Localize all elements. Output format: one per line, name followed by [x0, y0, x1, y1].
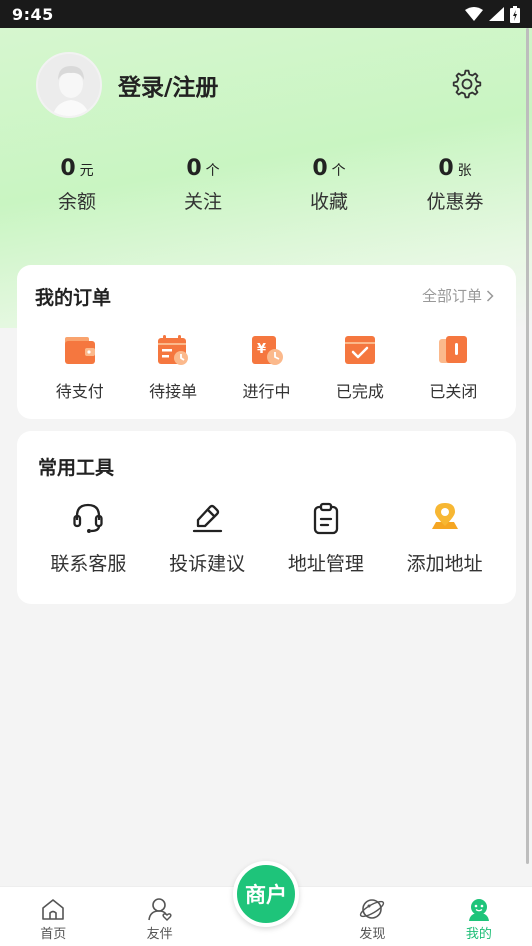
signal-icon: [489, 7, 504, 21]
tool-feedback[interactable]: 投诉建议: [148, 501, 267, 576]
stat-unit: 个: [205, 163, 220, 179]
home-icon: [42, 899, 65, 920]
order-status-label: 已关闭: [429, 382, 478, 401]
stat-unit: 个: [331, 163, 346, 179]
tab-mine[interactable]: 我的: [426, 887, 532, 946]
stat-value: 0: [438, 156, 454, 181]
order-status-label: 进行中: [242, 382, 291, 401]
tools-row: 联系客服 投诉建议 地址管理 添加地址: [17, 501, 516, 576]
tab-label: 我的: [465, 927, 492, 942]
account-stats: 0元 余额 0个 关注 0个 收藏 0张 优惠券: [14, 156, 518, 214]
settings-gear-icon[interactable]: [451, 68, 483, 100]
tool-customer-service[interactable]: 联系客服: [29, 501, 148, 576]
chevron-right-icon: [486, 289, 494, 302]
order-status-closed[interactable]: 已关闭: [407, 333, 500, 402]
wifi-icon: [465, 7, 483, 21]
scrollbar[interactable]: [526, 28, 529, 864]
order-status-row: 待支付 待接单 ¥ 进行中 已完成 已关闭: [17, 333, 516, 402]
tab-home[interactable]: 首页: [0, 887, 106, 946]
clipboard-icon: [309, 501, 343, 535]
tool-label: 添加地址: [406, 553, 483, 575]
stat-label: 余额: [57, 191, 96, 213]
stat-balance[interactable]: 0元 余额: [14, 156, 140, 214]
tab-friends[interactable]: 友伴: [106, 887, 212, 946]
avatar[interactable]: [36, 52, 102, 118]
orders-title: 我的订单: [35, 287, 112, 309]
battery-icon: [510, 5, 520, 23]
stat-coupons[interactable]: 0张 优惠券: [392, 156, 518, 214]
tool-label: 地址管理: [287, 553, 364, 575]
wallet-icon: [63, 333, 97, 367]
stat-value: 0: [186, 156, 202, 181]
order-status-completed[interactable]: 已完成: [313, 333, 406, 402]
headset-icon: [71, 501, 105, 535]
stat-value: 0: [312, 156, 328, 181]
login-register-link[interactable]: 登录/注册: [118, 68, 218, 102]
stat-label: 优惠券: [426, 191, 484, 213]
tool-address-management[interactable]: 地址管理: [267, 501, 386, 576]
stat-label: 收藏: [309, 191, 348, 213]
in-progress-icon: ¥: [250, 333, 284, 367]
order-status-label: 待接单: [149, 382, 198, 401]
system-icons: [465, 5, 520, 23]
tab-label: 首页: [40, 927, 67, 942]
stat-unit: 元: [79, 163, 94, 179]
tool-add-address[interactable]: 添加地址: [385, 501, 504, 576]
closed-icon: [436, 333, 470, 367]
calendar-pending-icon: [156, 333, 190, 367]
order-status-pending-payment[interactable]: 待支付: [33, 333, 126, 402]
merchant-button[interactable]: 商户: [233, 861, 299, 927]
stat-value: 0: [60, 156, 76, 181]
stat-label: 关注: [183, 191, 222, 213]
stat-following[interactable]: 0个 关注: [140, 156, 266, 214]
stat-favorites[interactable]: 0个 收藏: [266, 156, 392, 214]
tab-label: 友伴: [146, 927, 173, 942]
status-bar: 9:45: [0, 0, 532, 28]
profile-icon: [468, 899, 489, 921]
common-tools-card: 常用工具 联系客服 投诉建议 地址管理 添加地址: [17, 431, 516, 604]
friend-icon: [147, 898, 172, 921]
edit-icon: [190, 501, 224, 535]
order-status-awaiting-acceptance[interactable]: 待接单: [126, 333, 219, 402]
order-status-in-progress[interactable]: ¥ 进行中: [220, 333, 313, 402]
tab-label: 发现: [359, 927, 386, 942]
location-pin-icon: [428, 501, 462, 535]
stat-unit: 张: [457, 163, 472, 179]
order-status-label: 待支付: [55, 382, 104, 401]
status-time: 9:45: [12, 4, 54, 24]
my-orders-card: 我的订单 全部订单 待支付 待接单 ¥ 进行中 已完成 已关闭: [17, 265, 516, 419]
all-orders-link[interactable]: 全部订单: [422, 285, 494, 306]
svg-text:¥: ¥: [257, 342, 266, 357]
completed-icon: [343, 333, 377, 367]
planet-icon: [360, 899, 385, 919]
all-orders-label: 全部订单: [421, 287, 482, 305]
order-status-label: 已完成: [335, 382, 384, 401]
tab-discover[interactable]: 发现: [319, 887, 425, 946]
tool-label: 投诉建议: [169, 553, 246, 575]
tools-title: 常用工具: [38, 457, 115, 479]
tool-label: 联系客服: [50, 553, 127, 575]
